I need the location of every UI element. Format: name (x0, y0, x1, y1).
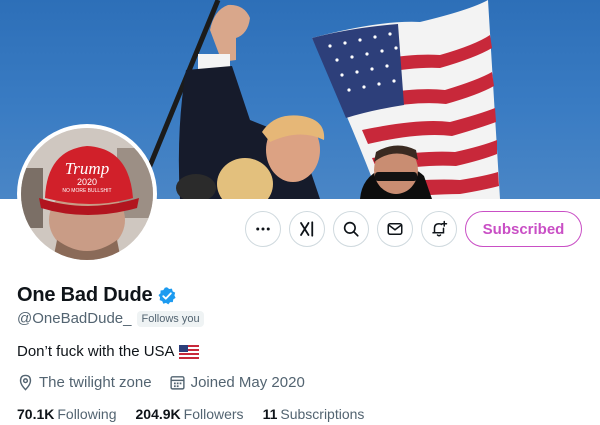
hat-text-line2: 2020 (77, 177, 97, 187)
subscriptions-label: Subscriptions (280, 406, 365, 422)
verified-badge-icon[interactable] (157, 286, 177, 306)
message-icon (387, 223, 403, 235)
following-count: 70.1K (17, 406, 55, 422)
name-row: One Bad Dude (17, 284, 177, 307)
location-text: The twilight zone (39, 374, 152, 391)
more-icon (256, 227, 270, 231)
location-pin-icon (19, 374, 32, 391)
follows-you-badge: Follows you (137, 310, 204, 327)
location-item: The twilight zone (17, 374, 152, 391)
subscribed-button[interactable]: Subscribed (465, 211, 582, 247)
joined-text: Joined May 2020 (190, 374, 305, 391)
grok-icon (300, 221, 314, 237)
more-button[interactable] (245, 211, 281, 247)
following-link[interactable]: 70.1K Following (17, 406, 117, 422)
display-name: One Bad Dude (17, 284, 153, 306)
profile-avatar[interactable]: Trump 2020 NO MORE BULLSHIT (17, 124, 157, 264)
hat-text-line1: Trump (65, 159, 109, 178)
joined-item: Joined May 2020 (169, 374, 305, 391)
following-label: Following (57, 406, 117, 422)
user-handle: @OneBadDude_ (17, 310, 132, 327)
profile-meta: The twilight zone Joined May 2020 (17, 374, 322, 391)
search-icon (343, 221, 359, 237)
followers-label: Followers (183, 406, 244, 422)
profile-bio: Don’t fuck with the USA (17, 343, 199, 360)
bio-text: Don’t fuck with the USA (17, 343, 175, 360)
subscriptions-link[interactable]: 11 Subscriptions (263, 406, 365, 422)
subscriptions-count: 11 (262, 406, 278, 422)
profile-stats: 70.1K Following 204.9K Followers 11 Subscri… (17, 406, 383, 422)
search-button[interactable] (333, 211, 369, 247)
hat-text-line3: NO MORE BULLSHIT (62, 188, 111, 194)
avatar-image: Trump 2020 NO MORE BULLSHIT (21, 128, 153, 260)
followers-link[interactable]: 204.9K Followers (136, 406, 244, 422)
grok-button[interactable] (289, 211, 325, 247)
message-button[interactable] (377, 211, 413, 247)
handle-row: @OneBadDude_ Follows you (17, 310, 204, 327)
calendar-icon (169, 376, 185, 390)
us-flag-emoji-icon (178, 344, 199, 359)
followers-count: 204.9K (135, 406, 181, 422)
bell-plus-icon (432, 220, 448, 237)
notify-button[interactable] (421, 211, 457, 247)
